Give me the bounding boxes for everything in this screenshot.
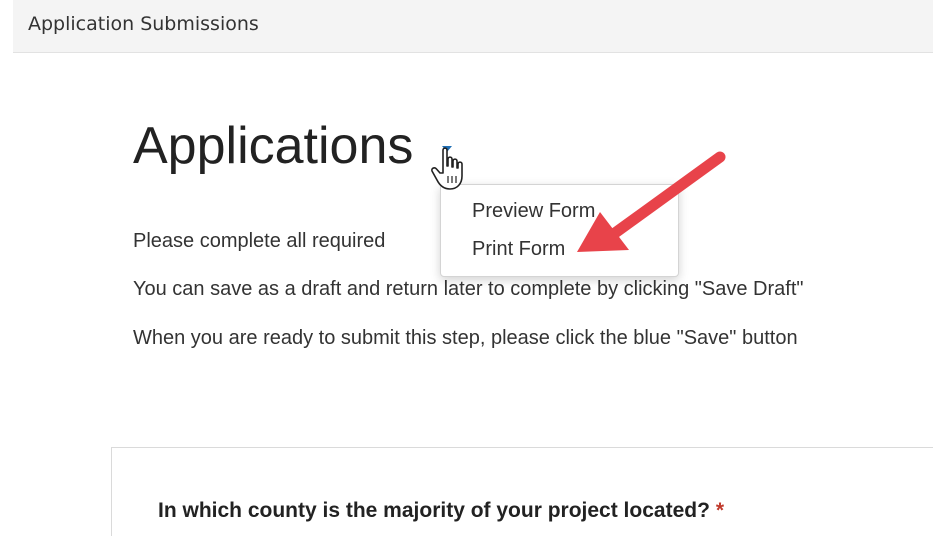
form-question-panel: In which county is the majority of your … — [111, 447, 933, 536]
menu-item-print-form[interactable]: Print Form — [472, 238, 565, 261]
page-title: Applications — [133, 117, 414, 175]
pointer-hand-cursor-icon — [431, 147, 463, 190]
top-bar: Application Submissions — [13, 0, 933, 53]
required-marker: * — [715, 499, 725, 522]
annotation-arrow-icon — [577, 151, 726, 252]
instruction-draft: You can save as a draft and return later… — [133, 278, 804, 300]
section-title: Application Submissions — [28, 13, 259, 35]
instruction-required: Please complete all required — [133, 230, 386, 252]
county-question-label: In which county is the majority of your … — [158, 499, 724, 523]
instruction-submit: When you are ready to submit this step, … — [133, 327, 798, 349]
question-text: In which county is the majority of your … — [158, 499, 710, 522]
